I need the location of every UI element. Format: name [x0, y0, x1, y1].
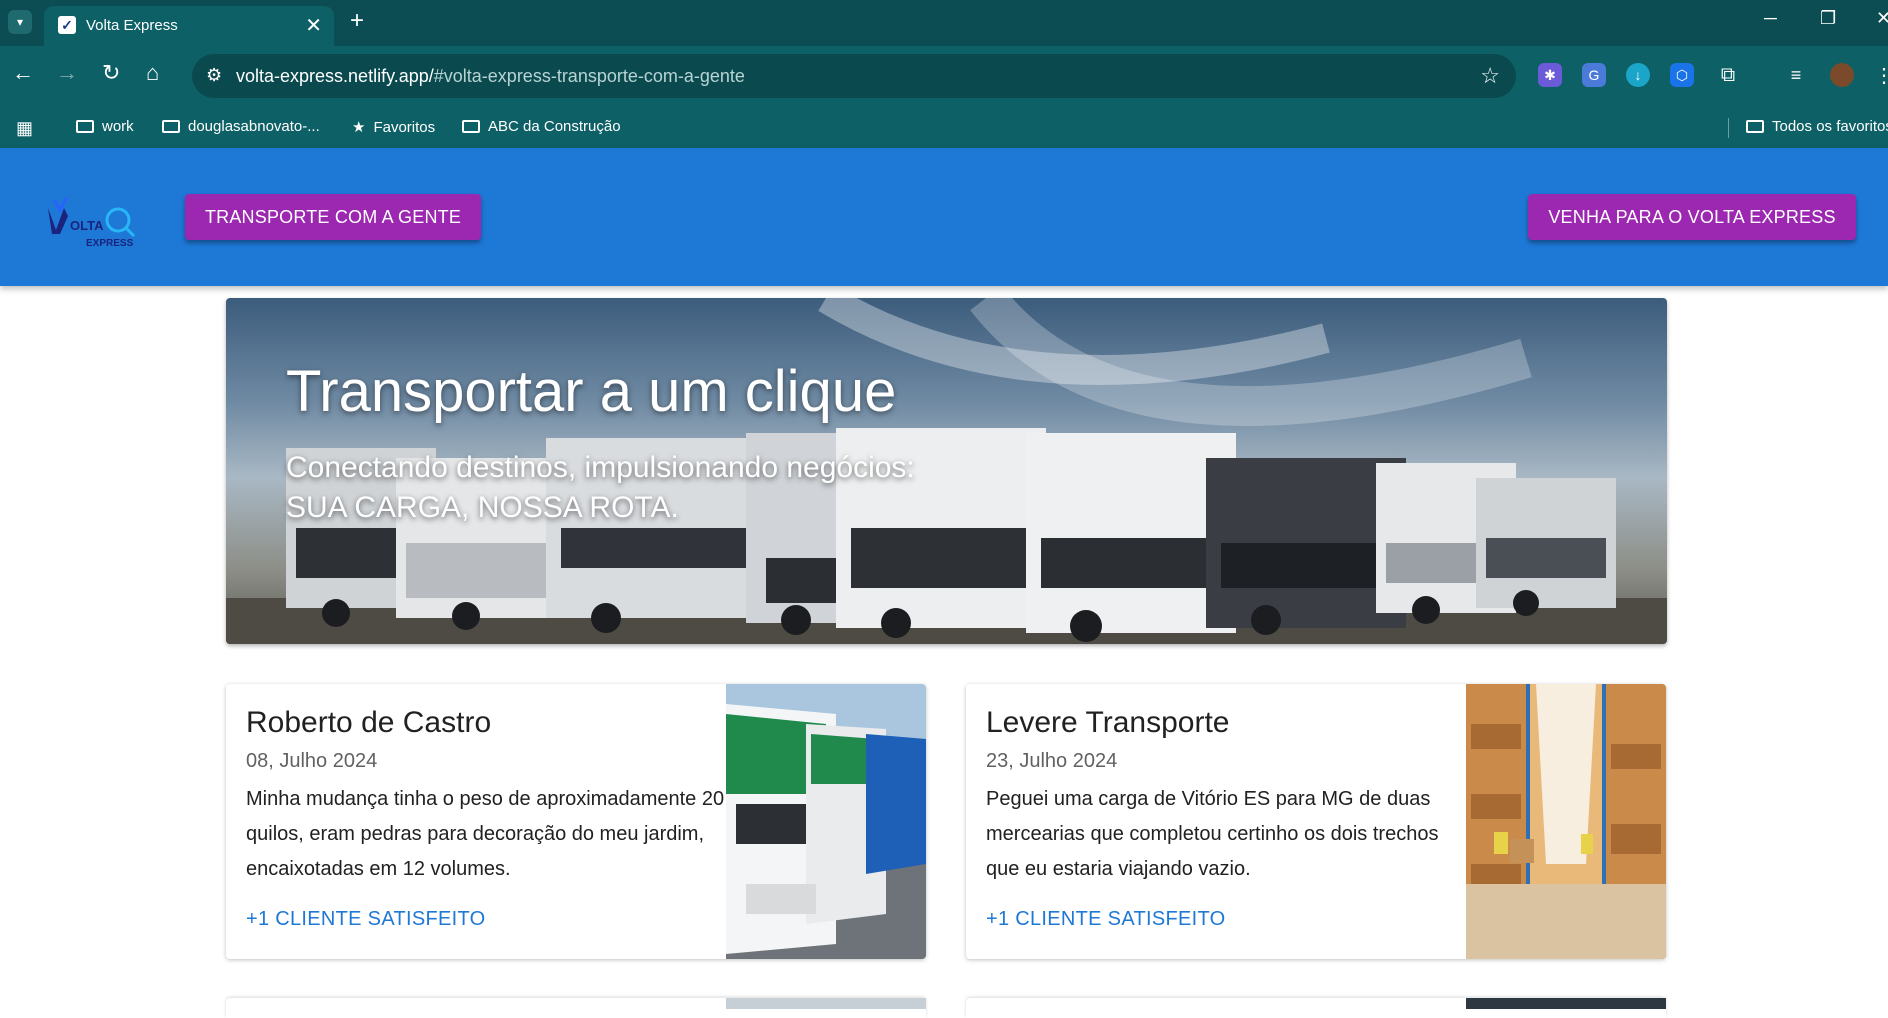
- menu-icon[interactable]: ⋮: [1872, 63, 1888, 87]
- back-icon[interactable]: ←: [12, 62, 34, 84]
- extensions-icon[interactable]: ⧉: [1716, 63, 1740, 87]
- close-tab-icon[interactable]: ✕: [305, 13, 322, 38]
- logo-text-top: OLTA: [70, 218, 104, 233]
- testimonial-card: Levere Transporte 23, Julho 2024 Peguei …: [966, 684, 1666, 959]
- bookmark-abc[interactable]: ABC da Construção: [462, 118, 621, 135]
- tab-search-icon[interactable]: ▾: [8, 10, 32, 34]
- media-icon[interactable]: ≡: [1784, 63, 1808, 87]
- tab-title: Volta Express: [86, 17, 178, 34]
- testimonial-text: Peguei uma carga de Vitório ES para MG d…: [986, 788, 1439, 880]
- volta-express-logo[interactable]: OLTA EXPRESS: [46, 194, 136, 254]
- forward-icon[interactable]: →: [56, 62, 78, 84]
- reload-icon[interactable]: ↻: [102, 62, 120, 84]
- testimonial-date: 08, Julho 2024: [246, 750, 378, 772]
- new-tab-icon[interactable]: +: [350, 7, 364, 35]
- address-bar[interactable]: ⚙ volta-express.netlify.app/#volta-expre…: [192, 54, 1516, 98]
- hero-subtitle-line1: Conectando destinos, impulsionando negóc…: [286, 451, 915, 484]
- testimonial-card-next: [226, 998, 926, 1018]
- testimonial-name: Levere Transporte: [986, 706, 1230, 739]
- hero-subtitle: Conectando destinos, impulsionando negóc…: [286, 448, 915, 528]
- card-image: [726, 998, 926, 1009]
- bookmarks-bar: ▦ work douglasabnovato-... ★ Favoritos AB…: [0, 106, 1888, 148]
- logo-text-bottom: EXPRESS: [86, 238, 134, 249]
- url-host: volta-express.netlify.app/: [236, 66, 434, 86]
- home-icon[interactable]: ⌂: [146, 62, 159, 84]
- venha-para-o-volta-express-button[interactable]: VENHA PARA O VOLTA EXPRESS: [1528, 194, 1856, 240]
- avatar[interactable]: [1830, 63, 1854, 87]
- apps-icon[interactable]: ▦: [16, 118, 33, 139]
- restore-icon[interactable]: ❐: [1820, 8, 1836, 29]
- folder-icon: [1746, 120, 1764, 133]
- bookmark-label: ABC da Construção: [488, 118, 621, 135]
- transporte-com-a-gente-button[interactable]: TRANSPORTE COM A GENTE: [185, 194, 481, 240]
- warehouse-photo: [1466, 684, 1666, 959]
- bookmark-divider: [1728, 118, 1729, 138]
- star-icon: ★: [352, 119, 366, 136]
- download-icon[interactable]: ↓: [1626, 63, 1650, 87]
- folder-icon: [162, 120, 180, 133]
- site-header: OLTA EXPRESS TRANSPORTE COM A GENTE VENH…: [0, 148, 1888, 286]
- testimonial-text: Minha mudança tinha o peso de aproximada…: [246, 788, 725, 880]
- testimonial-date: 23, Julho 2024: [986, 750, 1118, 772]
- bookmark-work[interactable]: work: [76, 118, 134, 135]
- trucks-photo: [726, 684, 926, 959]
- folder-icon: [462, 120, 480, 133]
- bookmark-star-icon[interactable]: ☆: [1480, 63, 1500, 89]
- hero-banner: Transportar a um clique Conectando desti…: [226, 298, 1667, 644]
- extension-1-icon[interactable]: ✱: [1538, 63, 1562, 87]
- bookmark-label: work: [102, 118, 134, 135]
- close-window-icon[interactable]: ✕: [1876, 8, 1888, 29]
- minimize-icon[interactable]: ─: [1764, 8, 1777, 29]
- testimonial-card-next: [966, 998, 1666, 1018]
- testimonial-card: Roberto de Castro 08, Julho 2024 Minha m…: [226, 684, 926, 959]
- browser-tab[interactable]: ✓ Volta Express ✕: [44, 6, 334, 46]
- satisfied-client-link[interactable]: +1 CLIENTE SATISFEITO: [986, 908, 1226, 931]
- url-hash: #volta-express-transporte-com-a-gente: [433, 66, 745, 86]
- folder-icon: [76, 120, 94, 133]
- bookmark-douglas[interactable]: douglasabnovato-...: [162, 118, 320, 135]
- bookmark-label: Todos os favoritos: [1772, 118, 1888, 135]
- bookmark-label: douglasabnovato-...: [188, 118, 320, 135]
- translate-icon[interactable]: G: [1582, 63, 1606, 87]
- url-text: volta-express.netlify.app/#volta-express…: [236, 66, 745, 87]
- testimonial-name: Roberto de Castro: [246, 706, 492, 739]
- site-info-icon[interactable]: ⚙: [206, 65, 222, 86]
- bookmark-favoritos[interactable]: ★ Favoritos: [352, 118, 436, 137]
- extension-2-icon[interactable]: ⬡: [1670, 63, 1694, 87]
- all-bookmarks[interactable]: Todos os favoritos: [1746, 118, 1888, 135]
- browser-tab-bar: ▾ ✓ Volta Express ✕ + ─ ❐ ✕: [0, 0, 1888, 46]
- hero-title: Transportar a um clique: [286, 359, 897, 424]
- hero-subtitle-line2: SUA CARGA, NOSSA ROTA.: [286, 491, 679, 524]
- bookmark-label: Favoritos: [373, 118, 436, 136]
- favicon-icon: ✓: [58, 16, 76, 34]
- card-image: [1466, 998, 1666, 1009]
- browser-toolbar: ← → ↻ ⌂ ⚙ volta-express.netlify.app/#vol…: [0, 46, 1888, 106]
- satisfied-client-link[interactable]: +1 CLIENTE SATISFEITO: [246, 908, 486, 931]
